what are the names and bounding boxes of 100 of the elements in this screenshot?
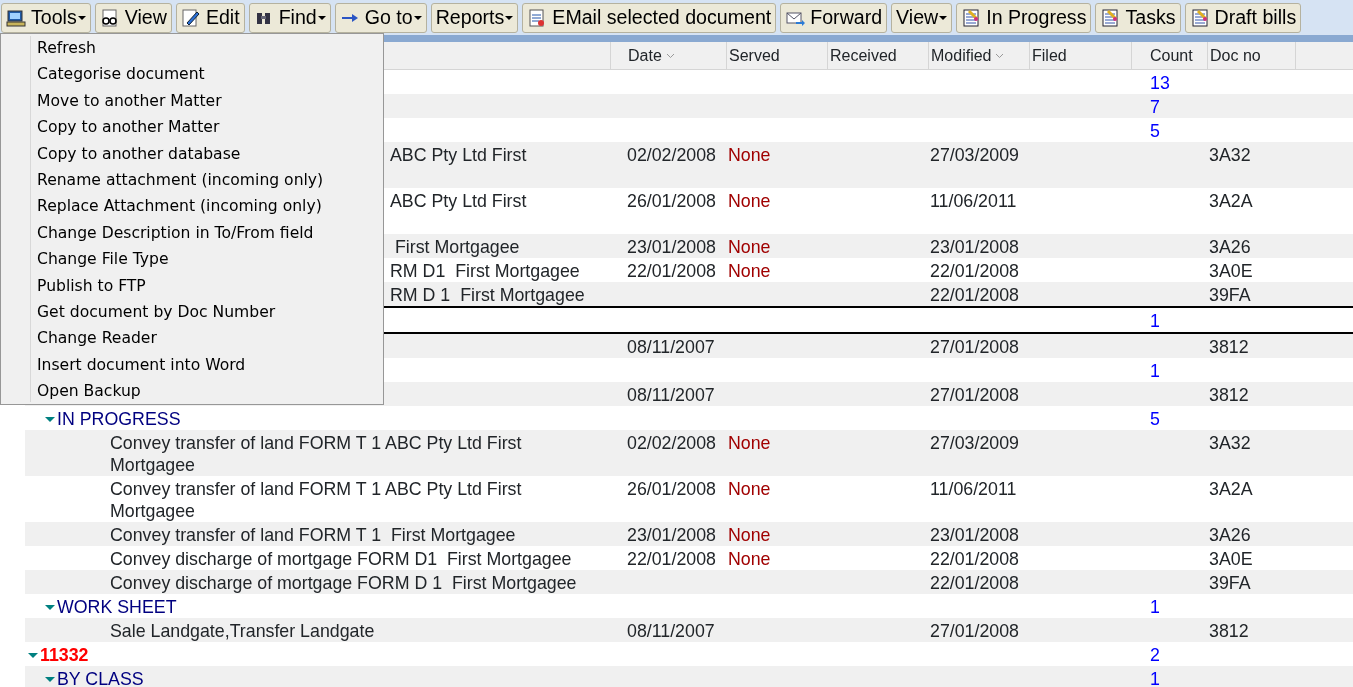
doc-number-cell: 39FA — [1209, 285, 1251, 305]
pencil-icon — [180, 8, 201, 28]
toolbar-button[interactable]: View — [891, 3, 953, 33]
count-cell: 1 — [1150, 311, 1160, 331]
tree-row[interactable]: WORK SHEET 1 — [25, 594, 1353, 618]
doc-number-cell: 3A26 — [1209, 237, 1251, 257]
document-title: Sale Landgate,Transfer Landgate — [110, 620, 375, 642]
caret-icon — [939, 16, 948, 20]
sort-icon — [995, 52, 1005, 59]
document-title: ABC Pty Ltd First — [390, 190, 527, 212]
glasses-icon — [99, 8, 120, 28]
date-cell: 08/11/2007 — [627, 385, 715, 405]
date-cell: 26/01/2008 — [627, 479, 716, 499]
doc-number-cell: 3812 — [1209, 621, 1249, 641]
document-title: Convey transfer of land FORM T 1 First Mortgagee — [110, 524, 516, 546]
caret-icon — [317, 16, 326, 20]
document-title: Convey transfer of land FORM T 1 ABC Pty Ltd First Mortgagee — [110, 432, 523, 476]
notepad-icon — [961, 8, 982, 28]
menu-item[interactable]: Replace Attachment (incoming only) — [31, 193, 383, 220]
served-cell: None — [728, 525, 771, 545]
date-cell: 08/11/2007 — [627, 337, 715, 357]
tree-row[interactable]: Convey discharge of mortgage FORM D1 First Mortgagee 22/01/2008 None 22/01/2008 3A0E — [25, 546, 1353, 570]
notepad-icon — [1189, 8, 1210, 28]
modified-cell: 27/03/2009 — [930, 433, 1019, 453]
served-cell: None — [728, 237, 771, 257]
served-cell: None — [728, 261, 771, 281]
tree-row[interactable]: Sale Landgate,Transfer Landgate 08/11/2007 27/01/2008 3812 — [25, 618, 1353, 642]
menu-item[interactable]: Copy to another database — [31, 140, 383, 167]
group-label: IN PROGRESS — [57, 408, 181, 430]
toolbar-button[interactable]: Find — [248, 3, 331, 33]
modified-cell: 27/03/2009 — [930, 145, 1019, 165]
toolbar-button[interactable]: Draft bills — [1184, 3, 1302, 33]
date-cell: 08/11/2007 — [627, 621, 715, 641]
expand-icon[interactable] — [45, 605, 55, 610]
date-cell: 23/01/2008 — [627, 237, 716, 257]
column-header[interactable]: Served — [726, 42, 827, 69]
served-cell: None — [728, 549, 771, 569]
tree-row[interactable]: Convey discharge of mortgage FORM D 1 First Mortgagee 22/01/2008 39FA — [25, 570, 1353, 594]
column-header[interactable]: Received — [827, 42, 928, 69]
toolbar-button[interactable]: Go to — [334, 3, 427, 33]
toolbar-button[interactable]: Forward — [780, 3, 888, 33]
modified-cell: 23/01/2008 — [930, 237, 1019, 257]
doc-number-cell: 3A0E — [1209, 549, 1253, 569]
tree-row[interactable]: Convey transfer of land FORM T 1 First Mortgagee 23/01/2008 None 23/01/2008 3A26 — [25, 522, 1353, 546]
expand-icon[interactable] — [28, 653, 38, 658]
column-header[interactable]: Doc no — [1207, 42, 1295, 69]
column-header[interactable]: Modified — [928, 42, 1029, 69]
tree-row[interactable]: 11332 2 — [25, 642, 1353, 666]
date-cell: 22/01/2008 — [627, 261, 716, 281]
computer-icon — [6, 8, 26, 28]
tree-row[interactable]: Convey transfer of land FORM T 1 ABC Pty Ltd First Mortgagee 26/01/2008 None 11/06/2011 3A2A — [25, 476, 1353, 522]
expand-icon[interactable] — [45, 417, 55, 422]
menu-item[interactable]: Refresh — [31, 35, 383, 62]
date-cell: 02/02/2008 — [627, 433, 716, 453]
doc-number-cell: 3A2A — [1209, 191, 1253, 211]
date-cell: 02/02/2008 — [627, 145, 716, 165]
modified-cell: 22/01/2008 — [930, 549, 1019, 569]
served-cell: None — [728, 479, 771, 499]
doc-number-cell: 3A32 — [1209, 145, 1251, 165]
modified-cell: 27/01/2008 — [930, 621, 1019, 641]
expand-icon[interactable] — [45, 677, 55, 682]
notepad-icon — [1100, 8, 1121, 28]
caret-icon — [77, 16, 86, 20]
document-title: RM D1 First Mortgagee — [390, 260, 580, 282]
modified-cell: 22/01/2008 — [930, 285, 1019, 305]
toolbar-button[interactable]: In Progress — [956, 3, 1092, 33]
count-cell: 1 — [1150, 669, 1160, 687]
count-cell: 7 — [1150, 97, 1160, 117]
column-header[interactable]: Count — [1131, 42, 1207, 69]
column-header[interactable]: Date — [610, 42, 726, 69]
document-title: ABC Pty Ltd First — [390, 144, 527, 166]
tree-row[interactable]: Convey transfer of land FORM T 1 ABC Pty Ltd First Mortgagee 02/02/2008 None 27/03/2009 3A32 — [25, 430, 1353, 476]
modified-cell: 11/06/2011 — [930, 479, 1017, 499]
toolbar-button[interactable]: View — [94, 3, 172, 33]
doc-number-cell: 3A2A — [1209, 479, 1253, 499]
menu-item[interactable]: Categorise document — [31, 61, 383, 88]
tree-row[interactable]: IN PROGRESS 5 — [25, 406, 1353, 430]
toolbar-button[interactable]: Tasks — [1095, 3, 1181, 33]
sort-icon — [665, 52, 675, 59]
toolbar-button[interactable]: EMail selected document — [522, 3, 777, 33]
served-cell: None — [728, 433, 771, 453]
tree-row[interactable]: BY CLASS 1 — [25, 666, 1353, 687]
caret-icon — [505, 16, 514, 20]
count-cell: 2 — [1150, 645, 1160, 665]
column-header[interactable]: Filed — [1029, 42, 1131, 69]
document-title: First Mortgagee — [393, 236, 520, 258]
toolbar-button[interactable]: Reports — [430, 3, 519, 33]
date-cell: 22/01/2008 — [627, 549, 716, 569]
modified-cell: 27/01/2008 — [930, 337, 1019, 357]
toolbar-button[interactable]: Edit — [175, 3, 245, 33]
doc-number-cell: 3A26 — [1209, 525, 1251, 545]
modified-cell: 22/01/2008 — [930, 261, 1019, 281]
date-cell: 23/01/2008 — [627, 525, 716, 545]
caret-icon — [413, 16, 422, 20]
served-cell: None — [728, 191, 771, 211]
modified-cell: 27/01/2008 — [930, 385, 1019, 405]
modified-cell: 23/01/2008 — [930, 525, 1019, 545]
doc-number-cell: 3812 — [1209, 385, 1249, 405]
modified-cell: 22/01/2008 — [930, 573, 1019, 593]
toolbar-button[interactable]: Tools — [1, 3, 91, 33]
